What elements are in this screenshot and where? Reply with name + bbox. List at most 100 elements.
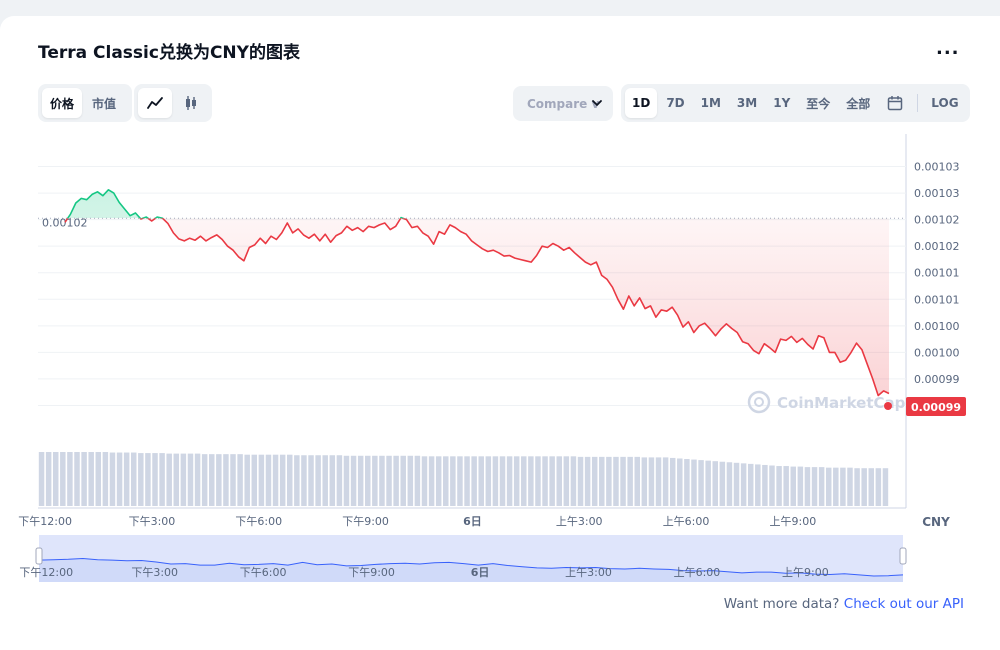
volume-bar bbox=[804, 467, 811, 506]
volume-bar bbox=[818, 467, 825, 506]
volume-bar bbox=[244, 454, 250, 506]
volume-bar bbox=[584, 456, 591, 506]
volume-bar bbox=[755, 464, 761, 506]
volume-bar bbox=[52, 452, 59, 506]
volume-bars bbox=[38, 452, 889, 506]
volume-bar bbox=[563, 456, 570, 506]
x-tick-label: 6日 bbox=[463, 515, 482, 528]
volume-bar bbox=[251, 454, 258, 506]
volume-bar bbox=[265, 454, 272, 506]
range-navigator[interactable]: 下午12:00 下午3:00 下午6:00 下午9:00 6日 上午3:00 上午6:00 上… bbox=[19, 535, 907, 582]
volume-bar bbox=[216, 454, 222, 506]
price-axis: 0.00103 0.00103 0.00102 0.00102 0.00101 0.001… bbox=[906, 161, 966, 416]
volume-bar bbox=[747, 463, 754, 506]
volume-bar bbox=[691, 459, 697, 506]
volume-bar bbox=[287, 454, 293, 506]
volume-bar bbox=[599, 456, 605, 506]
volume-bar bbox=[457, 456, 463, 506]
y-tick-label: 0.00099 bbox=[914, 373, 960, 386]
volume-bar bbox=[336, 455, 343, 506]
volume-bar bbox=[847, 467, 853, 506]
volume-bar bbox=[38, 452, 45, 506]
volume-bar bbox=[606, 456, 612, 506]
volume-bar bbox=[329, 455, 336, 506]
navigator-tick-label: 上午3:00 bbox=[565, 566, 612, 579]
time-axis: 下午12:00 下午3:00 下午6:00 下午9:00 6日 上午3:00 上午6:00 上… bbox=[18, 515, 950, 529]
navigator-handle[interactable] bbox=[35, 547, 43, 565]
volume-bar bbox=[400, 455, 406, 506]
volume-bar bbox=[201, 454, 208, 506]
volume-bar bbox=[471, 456, 477, 506]
last-price-label: 0.00099 bbox=[911, 401, 961, 414]
volume-bar bbox=[492, 456, 499, 506]
volume-bar bbox=[443, 456, 449, 506]
volume-bar bbox=[152, 453, 158, 506]
volume-bar bbox=[294, 455, 300, 506]
volume-bar bbox=[677, 458, 683, 506]
volume-bar bbox=[109, 452, 116, 506]
x-tick-label: 上午9:00 bbox=[770, 515, 817, 528]
navigator-tick-label: 下午6:00 bbox=[240, 566, 287, 579]
volume-bar bbox=[386, 455, 392, 506]
navigator-handle[interactable] bbox=[899, 547, 907, 565]
volume-bar bbox=[783, 466, 789, 506]
volume-bar bbox=[521, 456, 527, 506]
volume-bar bbox=[698, 460, 704, 506]
volume-bar bbox=[279, 454, 286, 506]
volume-bar bbox=[435, 456, 442, 506]
volume-bar bbox=[840, 467, 846, 506]
volume-bar bbox=[882, 468, 889, 506]
volume-bar bbox=[145, 453, 151, 506]
volume-bar bbox=[450, 456, 456, 506]
volume-bar bbox=[95, 452, 102, 506]
volume-bar bbox=[776, 466, 782, 506]
navigator-tick-label: 下午12:00 bbox=[19, 566, 73, 579]
volume-bar bbox=[542, 456, 548, 506]
volume-bar bbox=[407, 455, 414, 506]
loss-area bbox=[65, 218, 889, 396]
volume-bar bbox=[769, 465, 775, 506]
volume-bar bbox=[861, 468, 867, 506]
volume-bar bbox=[669, 457, 676, 506]
volume-bar bbox=[88, 452, 94, 506]
x-tick-label: 下午12:00 bbox=[18, 515, 72, 528]
volume-bar bbox=[726, 462, 733, 506]
volume-bar bbox=[74, 452, 80, 506]
volume-bar bbox=[499, 456, 506, 506]
x-tick-label: 上午3:00 bbox=[556, 515, 603, 528]
volume-bar bbox=[60, 452, 66, 506]
price-chart[interactable]: CoinMarketCap 0.00102 0.001030.001030.00… bbox=[0, 0, 1000, 650]
volume-bar bbox=[258, 454, 265, 506]
baseline-label: 0.00102 bbox=[42, 216, 88, 229]
volume-bar bbox=[102, 452, 109, 506]
volume-bar bbox=[159, 453, 165, 506]
volume-bar bbox=[648, 457, 655, 506]
volume-bar bbox=[634, 456, 640, 506]
volume-bar bbox=[549, 456, 555, 506]
x-tick-label: 下午9:00 bbox=[342, 515, 389, 528]
volume-bar bbox=[357, 455, 364, 506]
navigator-tick-label: 下午9:00 bbox=[348, 566, 395, 579]
y-tick-label: 0.00100 bbox=[914, 346, 960, 359]
last-price-dot bbox=[884, 402, 892, 410]
volume-bar bbox=[272, 454, 279, 506]
volume-bar bbox=[379, 455, 385, 506]
volume-bar bbox=[478, 456, 484, 506]
volume-bar bbox=[733, 462, 740, 506]
volume-bar bbox=[627, 456, 633, 506]
volume-bar bbox=[762, 464, 768, 506]
coinmarketcap-watermark: CoinMarketCap bbox=[747, 390, 906, 414]
y-tick-label: 0.00103 bbox=[914, 187, 960, 200]
volume-bar bbox=[464, 456, 470, 506]
volume-bar bbox=[194, 453, 201, 506]
y-tick-label: 0.00101 bbox=[914, 267, 960, 280]
volume-bar bbox=[485, 456, 492, 506]
navigator-tick-label: 上午9:00 bbox=[782, 566, 829, 579]
volume-bar bbox=[130, 452, 137, 506]
volume-bar bbox=[684, 459, 690, 506]
volume-bar bbox=[528, 456, 534, 506]
x-tick-label: 下午6:00 bbox=[235, 515, 282, 528]
volume-bar bbox=[308, 455, 314, 506]
volume-bar bbox=[421, 456, 428, 506]
volume-bar bbox=[166, 453, 172, 506]
